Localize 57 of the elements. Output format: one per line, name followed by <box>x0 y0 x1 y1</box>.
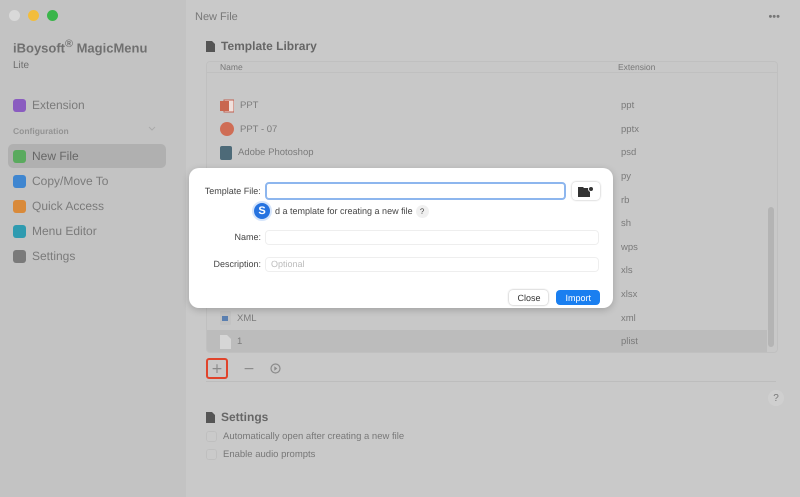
column-header[interactable]: Extension <box>618 62 777 72</box>
field-label: Description: <box>212 259 261 269</box>
section-heading: Template Library <box>221 39 317 53</box>
extension-text: pptx <box>620 124 640 135</box>
section-heading: Settings <box>221 410 268 424</box>
edition-label: Lite <box>13 60 30 72</box>
sidebar-item[interactable]: Extension <box>8 93 166 118</box>
column-header[interactable]: Name <box>220 62 618 72</box>
checkbox-label: Automatically open after creating a new file <box>223 431 404 442</box>
folder-icon <box>578 186 594 196</box>
help-button[interactable]: ? <box>768 390 784 406</box>
window-title: New File <box>195 11 238 23</box>
image-file-icon <box>220 146 232 160</box>
extension-text: plist <box>620 336 639 348</box>
choose-folder-button[interactable] <box>572 182 600 200</box>
extension-text: ppt <box>620 100 636 112</box>
table-row[interactable]: Adobe Photoshop psd <box>207 141 767 165</box>
overlay-badge[interactable]: S <box>252 201 272 221</box>
app-name: iBoysoft$^{®}$ MagicMenu <box>13 38 148 56</box>
sidebar-item[interactable]: Quick Access <box>8 194 166 218</box>
input-field[interactable] <box>264 182 566 200</box>
zoom-button[interactable] <box>47 10 58 21</box>
document-icon <box>206 40 215 52</box>
sidebar-item[interactable]: Settings <box>8 244 166 268</box>
more-button[interactable]: ••• <box>768 11 780 23</box>
sidebar-item[interactable]: Menu Editor <box>8 219 166 244</box>
add-button[interactable]: + <box>206 358 228 379</box>
presentation-file-icon <box>220 98 234 113</box>
hint-text: d a template for creating a new file <box>275 206 413 216</box>
sidebar-item[interactable]: New File <box>8 144 166 168</box>
field-label: Name: <box>233 232 261 242</box>
table-row[interactable]: PPT ppt <box>207 94 767 118</box>
checkbox-label: Enable audio prompts <box>223 449 316 460</box>
document-icon <box>206 412 215 422</box>
help-button[interactable]: ? <box>416 204 429 218</box>
chevron-down-icon[interactable] <box>148 126 156 132</box>
presentation-file-icon <box>220 122 234 136</box>
extension-text: py <box>620 171 632 182</box>
extension-text: xml <box>620 312 637 324</box>
field-label: Template File: <box>204 186 261 196</box>
dialog-button[interactable]: Close <box>509 290 548 305</box>
template-name: XML <box>237 312 257 324</box>
table-row[interactable]: PPT - 07 pptx <box>207 118 767 142</box>
template-name: PPT <box>240 100 258 112</box>
play-circle-icon[interactable] <box>270 363 281 374</box>
sidebar-item[interactable]: Copy/Move To <box>8 169 166 194</box>
remove-button[interactable]: − <box>238 358 260 379</box>
template-name: 1 <box>237 336 242 348</box>
file-icon <box>220 334 231 349</box>
extension-text: psd <box>620 147 638 158</box>
dialog-button[interactable]: Import <box>556 290 600 305</box>
code-file-icon <box>220 311 231 326</box>
template-name: Adobe Photoshop <box>238 147 314 158</box>
template-name: PPT - 07 <box>240 124 278 135</box>
minimize-button[interactable] <box>28 10 39 21</box>
table-row[interactable]: XML xml <box>207 306 767 330</box>
table-row[interactable]: 1 plist <box>207 330 767 352</box>
